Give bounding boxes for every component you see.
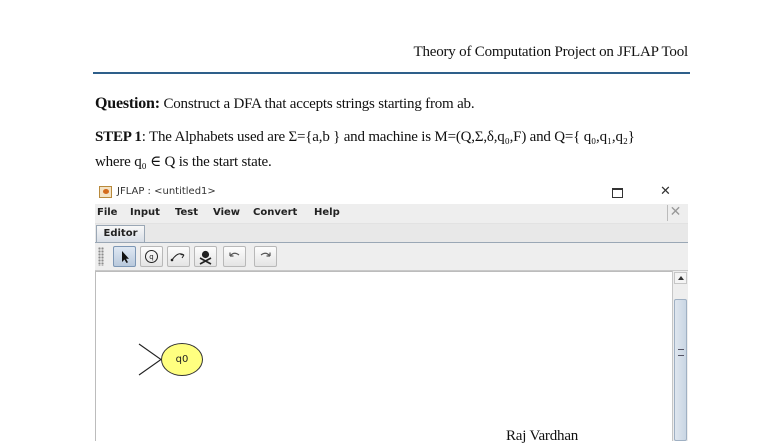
close-document-button[interactable]: ✕ — [667, 205, 683, 221]
scroll-up-button[interactable] — [674, 272, 687, 284]
scroll-thumb-grip — [678, 349, 684, 356]
java-app-icon — [99, 186, 112, 198]
menu-convert[interactable]: Convert — [253, 207, 297, 218]
attribute-editor-icon[interactable] — [113, 246, 136, 267]
vertical-scrollbar[interactable] — [672, 271, 688, 441]
step1-line2: where q₀ ∈ Q is the start state. — [95, 154, 272, 170]
tab-bar: Editor — [95, 224, 688, 243]
redo-icon[interactable] — [254, 246, 277, 267]
menu-test[interactable]: Test — [175, 207, 198, 218]
window-title: JFLAP : <untitled1> — [117, 186, 216, 197]
editor-toolbar: q — [95, 243, 688, 271]
step1-paragraph: STEP 1: The Alphabets used are Σ={a,b } … — [95, 129, 635, 146]
deleter-icon[interactable] — [194, 246, 217, 267]
step1-text: : The Alphabets used are Σ={a,b } and ma… — [141, 129, 635, 145]
menu-bar: File Input Test View Convert Help ✕ — [95, 204, 688, 224]
menu-file[interactable]: File — [97, 207, 117, 218]
tab-editor[interactable]: Editor — [96, 225, 145, 242]
state-q0[interactable]: q0 — [161, 343, 203, 376]
step1-label: STEP 1 — [95, 129, 142, 145]
menu-input[interactable]: Input — [130, 207, 160, 218]
scroll-thumb[interactable] — [674, 299, 687, 441]
state-q0-label: q0 — [175, 354, 189, 365]
question-text: Construct a DFA that accepts strings sta… — [163, 96, 475, 112]
header-rule — [93, 72, 690, 74]
jflap-window: JFLAP : <untitled1> ✕ File Input Test Vi… — [95, 182, 688, 441]
window-titlebar[interactable]: JFLAP : <untitled1> ✕ — [95, 182, 688, 204]
close-window-button[interactable]: ✕ — [660, 184, 671, 200]
question-paragraph: Question: Construct a DFA that accepts s… — [95, 95, 475, 113]
author-name: Raj Vardhan — [506, 428, 579, 444]
transition-creator-icon[interactable] — [167, 246, 190, 267]
menu-help[interactable]: Help — [314, 207, 340, 218]
automaton-canvas[interactable]: q0 — [95, 271, 672, 441]
question-label: Question: — [95, 95, 160, 112]
maximize-button[interactable] — [612, 188, 623, 198]
toolbar-grip[interactable] — [98, 247, 104, 266]
page-header: Theory of Computation Project on JFLAP T… — [413, 44, 688, 60]
undo-icon[interactable] — [223, 246, 246, 267]
initial-state-arrow-icon — [138, 343, 162, 376]
svg-text:q: q — [149, 253, 153, 261]
state-creator-icon[interactable]: q — [140, 246, 163, 267]
menu-view[interactable]: View — [213, 207, 240, 218]
